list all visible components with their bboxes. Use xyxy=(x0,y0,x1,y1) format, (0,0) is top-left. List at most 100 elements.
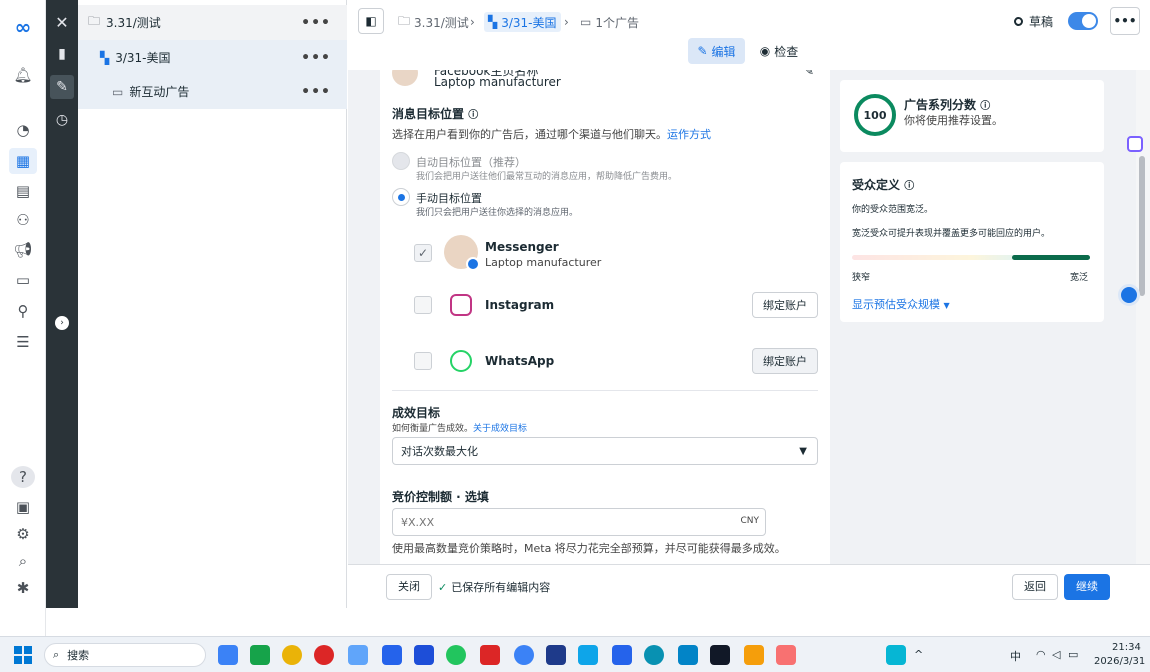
assistant-icon[interactable] xyxy=(1127,136,1143,152)
breadcrumb-campaign[interactable]: 🗀︎ 3.31/测试 xyxy=(398,12,469,32)
app-icon[interactable] xyxy=(886,645,906,665)
menu-icon[interactable]: ☰ xyxy=(11,331,35,353)
radio-auto[interactable] xyxy=(392,152,410,170)
back-button[interactable]: 返回 xyxy=(1012,574,1058,600)
app-icon[interactable] xyxy=(744,645,764,665)
auto-label: 自动目标位置（推荐） xyxy=(416,156,526,169)
bind-account-button-instagram[interactable]: 绑定账户 xyxy=(752,292,818,318)
breadcrumb-adset[interactable]: ▚ 3/31-美国 xyxy=(484,12,561,32)
more-menu-button[interactable]: ••• xyxy=(1110,7,1140,35)
app-icon[interactable] xyxy=(414,645,434,665)
instagram-icon xyxy=(450,294,472,316)
app-icon[interactable] xyxy=(282,645,302,665)
history-clock-icon[interactable]: ◷ xyxy=(50,108,74,132)
breadcrumb-ad[interactable]: ▭ 1个广告 xyxy=(580,12,639,32)
folder-icon: 🗀︎ xyxy=(88,14,101,28)
how-it-works-link[interactable]: 运作方式 xyxy=(667,128,711,141)
tree-item-ad[interactable]: ▭ 新互动广告 ••• xyxy=(78,74,347,109)
ime-lang[interactable]: 中 xyxy=(1010,648,1021,664)
dropdown-caret-icon: ▼ xyxy=(799,445,807,457)
search-icon[interactable]: ⌕ xyxy=(11,550,35,572)
app-icon[interactable] xyxy=(348,645,368,665)
app-icon[interactable] xyxy=(578,645,598,665)
close-button[interactable]: 关闭 xyxy=(386,574,432,600)
top-bar: ◧ 🗀︎ 3.31/测试 › ▚ 3/31-美国 › ▭ 1个广告 草稿 ••• ✎ 编… xyxy=(348,0,1150,70)
edit-pencil-icon[interactable]: ✎ xyxy=(50,75,74,99)
volume-icon[interactable]: ◁ xyxy=(1052,648,1060,661)
events-icon[interactable]: ⚲ xyxy=(11,300,35,322)
show-audience-size-link[interactable]: 显示预估受众规模 ▼ xyxy=(852,296,950,312)
app-icon[interactable] xyxy=(678,645,698,665)
edit-pencil-icon[interactable]: ✎ xyxy=(804,70,814,78)
tab-review[interactable]: ◉ 检查 xyxy=(754,38,804,64)
chat-bubble-icon[interactable] xyxy=(1118,284,1140,306)
bug-icon[interactable]: ✱ xyxy=(11,577,35,599)
battery-icon[interactable]: ▭ xyxy=(1068,648,1078,661)
news-icon[interactable]: ▣ xyxy=(11,496,35,518)
table-icon[interactable]: ▦ xyxy=(9,148,37,174)
app-icon[interactable] xyxy=(480,645,500,665)
app-icon[interactable] xyxy=(218,645,238,665)
settings-gear-icon[interactable]: ⚙ xyxy=(11,523,35,545)
continue-button[interactable]: 继续 xyxy=(1064,574,1110,600)
wifi-icon[interactable]: ◠ xyxy=(1036,648,1046,661)
messenger-checkbox[interactable]: ✓ xyxy=(414,244,432,262)
campaign-tree: 🗀︎ 3.31/测试 ••• ▚ 3/31-美国 ••• ▭ 新互动广告 ••• xyxy=(78,0,347,608)
sidebar-toggle-icon[interactable]: ◧ xyxy=(358,8,384,34)
currency-label: CNY xyxy=(740,516,759,526)
whatsapp-checkbox[interactable] xyxy=(414,352,432,370)
app-icon[interactable] xyxy=(382,645,402,665)
bid-input-wrap: CNY xyxy=(392,508,766,536)
breadcrumb-sep: › xyxy=(564,15,569,29)
bottom-action-bar: 关闭 ✓ 已保存所有编辑内容 返回 继续 xyxy=(348,564,1150,608)
bind-account-button-whatsapp[interactable]: 绑定账户 xyxy=(752,348,818,374)
status-draft: 草稿 xyxy=(1014,13,1053,30)
audience-line1: 你的受众范围宽泛。 xyxy=(852,205,934,215)
app-icon[interactable] xyxy=(546,645,566,665)
radio-manual[interactable] xyxy=(392,188,410,206)
tab-edit[interactable]: ✎ 编辑 xyxy=(688,38,745,64)
bid-input[interactable] xyxy=(393,509,713,535)
windows-start-icon[interactable] xyxy=(14,646,32,664)
publish-toggle[interactable] xyxy=(1068,12,1098,30)
audience-narrow-label: 狭窄 xyxy=(852,273,871,283)
dashboard-icon[interactable]: ◔ xyxy=(11,119,35,141)
ad-name: 新互动广告 xyxy=(129,85,190,99)
info-icon: ⓘ xyxy=(980,101,991,112)
ad-icon: ▭ xyxy=(580,15,592,29)
chart-icon[interactable]: ▮ xyxy=(50,42,74,66)
pages-icon[interactable]: ▤ xyxy=(11,180,35,202)
megaphone-icon[interactable]: 📢︎ xyxy=(11,239,35,261)
goal-link[interactable]: 关于成效目标 xyxy=(473,424,527,434)
tree-item-adset[interactable]: ▚ 3/31-美国 ••• xyxy=(78,40,347,75)
instagram-checkbox[interactable] xyxy=(414,296,432,314)
taskbar-search[interactable]: ⌕ 搜索 xyxy=(44,643,206,667)
more-icon[interactable]: ••• xyxy=(301,50,331,66)
goal-select[interactable]: 对话次数最大化 ▼ xyxy=(392,437,818,465)
app-icon[interactable] xyxy=(446,645,466,665)
meta-logo[interactable]: ∞ xyxy=(11,16,35,38)
close-icon[interactable]: ✕ xyxy=(50,10,74,34)
more-icon[interactable]: ••• xyxy=(301,15,331,31)
channel-name-whatsapp: WhatsApp xyxy=(485,354,555,368)
app-icon[interactable] xyxy=(314,645,334,665)
expand-chevron-icon[interactable]: › xyxy=(50,311,74,335)
more-icon[interactable]: ••• xyxy=(301,84,331,100)
caret-down-icon: ▼ xyxy=(943,301,950,310)
help-icon[interactable]: ? xyxy=(11,466,35,488)
divider xyxy=(392,390,818,391)
editor-dark-rail: ✕ ▮ ✎ ◷ › xyxy=(46,0,78,608)
billing-icon[interactable]: ▭ xyxy=(11,269,35,291)
browser-icon[interactable] xyxy=(644,645,664,665)
tree-item-campaign[interactable]: 🗀︎ 3.31/测试 ••• xyxy=(78,5,347,40)
app-icon[interactable] xyxy=(710,645,730,665)
app-icon[interactable] xyxy=(250,645,270,665)
audience-icon[interactable]: ⚇ xyxy=(11,209,35,231)
tray-chevron-icon[interactable]: ^ xyxy=(914,648,923,661)
app-icon[interactable] xyxy=(514,645,534,665)
audience-meter xyxy=(852,255,1090,260)
bell-icon[interactable]: 🔔︎ xyxy=(11,64,35,86)
wechat-icon[interactable] xyxy=(776,645,796,665)
info-icon: ⓘ xyxy=(468,110,479,121)
app-icon[interactable] xyxy=(612,645,632,665)
